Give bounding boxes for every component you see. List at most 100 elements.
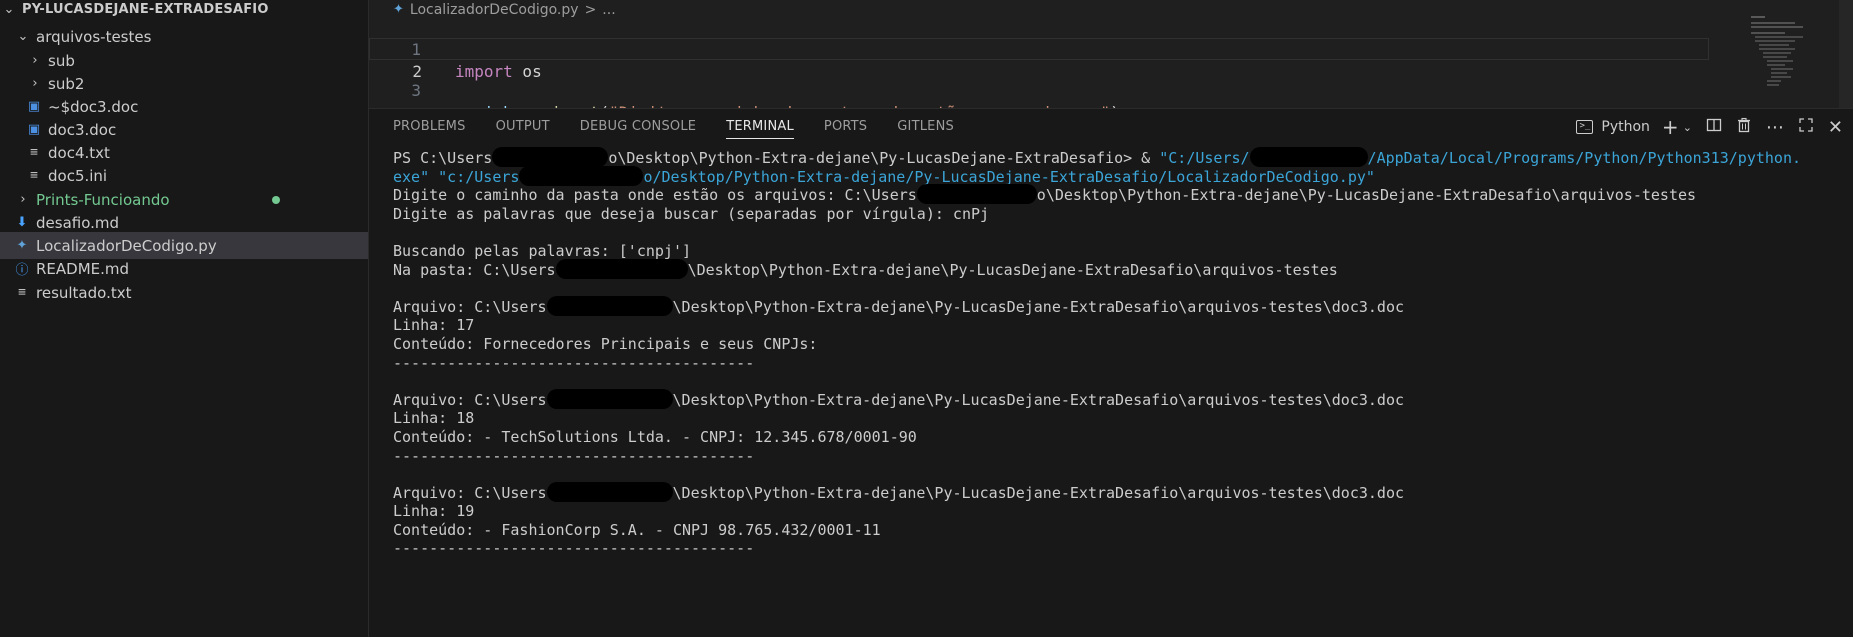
terminal-text: Digite o caminho da pasta onde estão os … xyxy=(393,186,917,205)
explorer-root[interactable]: ⌄ PY-LUCASDEJANE-EXTRADESAFIO xyxy=(0,0,368,23)
chevron-right-icon: › xyxy=(32,76,38,91)
terminal-text: o\Desktop\Python-Extra-dejane\Py-LucasDe… xyxy=(608,149,1160,167)
explorer-sidebar: ⌄ PY-LUCASDEJANE-EXTRADESAFIO ⌄ arquivos… xyxy=(0,0,369,637)
terminal-line: Arquivo: C:\Users \Desktop\Python-Extra-d… xyxy=(393,481,1843,503)
redaction-mark xyxy=(546,388,673,409)
tree-item-label: Prints-Funcioando xyxy=(36,190,170,209)
terminal-line: Conteúdo: Fornecedores Principais e seus… xyxy=(393,334,818,353)
terminal-path-link[interactable]: /AppData/Local/Programs/Python/Python313… xyxy=(1368,149,1801,167)
redaction-mark xyxy=(492,147,609,167)
modified-dot-icon xyxy=(272,196,280,204)
tree-item-label: ~$doc3.doc xyxy=(48,97,139,116)
maximize-panel-icon[interactable] xyxy=(1798,117,1814,137)
split-terminal-icon[interactable] xyxy=(1706,117,1722,137)
terminal-output[interactable]: PS C:\Users o\Desktop\Python-Extra-dejane… xyxy=(393,147,1843,558)
minimap[interactable] xyxy=(1751,14,1811,104)
terminal-line: Linha: 17 xyxy=(393,316,475,335)
terminal-profile-label: Python xyxy=(1601,119,1650,135)
terminal-text: \Desktop\Python-Extra-dejane\Py-LucasDej… xyxy=(672,390,1405,409)
markdown-file-icon: ⬇ xyxy=(16,215,28,230)
terminal-text: PS C:\Users xyxy=(393,149,493,167)
tab-ports[interactable]: PORTS xyxy=(824,109,867,145)
redaction-mark xyxy=(1249,147,1368,167)
python-file-icon: ✦ xyxy=(16,238,28,253)
terminal-path-link[interactable]: exe" "c:/Users xyxy=(393,168,519,186)
chevron-down-icon[interactable]: ⌄ xyxy=(1683,121,1692,134)
terminal-line: exe" "c:/Users o/Desktop/Python-Extra-dej… xyxy=(393,165,1843,187)
add-terminal-icon[interactable]: + xyxy=(1662,115,1679,139)
terminal-line: Buscando pelas palavras: ['cnpj'] xyxy=(393,241,692,260)
terminal-line: Linha: 19 xyxy=(393,502,475,521)
code-line-1[interactable]: 1 import os xyxy=(369,17,1709,81)
more-actions-icon[interactable]: ⋯ xyxy=(1766,117,1784,138)
tree-item-label: doc5.ini xyxy=(48,166,108,185)
editor-scrollbar[interactable] xyxy=(1839,0,1853,108)
word-file-icon: ▣ xyxy=(27,99,41,114)
tree-item-label: desafio.md xyxy=(36,213,120,232)
terminal-text: \Desktop\Python-Extra-dejane\Py-LucasDej… xyxy=(672,483,1405,502)
terminal-line: Arquivo: C:\Users \Desktop\Python-Extra-d… xyxy=(393,295,1843,317)
text-file-icon: ≡ xyxy=(30,145,38,160)
redaction-mark xyxy=(546,481,673,502)
tree-file-readme[interactable]: ⓘ README.md xyxy=(0,255,368,282)
tab-terminal[interactable]: TERMINAL xyxy=(726,109,794,145)
terminal-line: Conteúdo: - TechSolutions Ltda. - CNPJ: … xyxy=(393,427,917,446)
tree-item-label: doc4.txt xyxy=(48,143,110,162)
terminal-text: o\Desktop\Python-Extra-dejane\Py-LucasDe… xyxy=(1036,186,1697,205)
terminal-path-link[interactable]: o/Desktop/Python-Extra-dejane/Py-LucasDe… xyxy=(643,168,1375,186)
terminal-line: ---------------------------------------- xyxy=(393,353,755,372)
chevron-down-icon: ⌄ xyxy=(17,29,29,44)
code-line-2[interactable]: 2 xyxy=(369,38,1709,81)
code-editor[interactable]: ✦ LocalizadorDeCodigo.py > ... 1 import … xyxy=(369,0,1853,122)
terminal-line: Digite o caminho da pasta onde estão os … xyxy=(393,184,1843,205)
chevron-right-icon: › xyxy=(32,53,38,68)
trash-icon[interactable] xyxy=(1736,117,1752,137)
terminal-icon: >_ xyxy=(1576,120,1594,134)
code-line-3[interactable]: 3 caminho = input("Digite o caminho da p… xyxy=(369,58,1709,122)
settings-file-icon: ≡ xyxy=(30,168,38,183)
panel-actions: >_ Python + ⌄ ⋯ ✕ xyxy=(1576,109,1843,145)
tree-file-doc5[interactable]: ≡ doc5.ini xyxy=(0,162,368,189)
tab-problems[interactable]: PROBLEMS xyxy=(393,109,466,145)
code-line-4[interactable]: 4 xyxy=(369,79,1709,93)
terminal-line: Digite as palavras que deseja buscar (se… xyxy=(393,204,990,223)
chevron-down-icon: ⌄ xyxy=(3,2,15,17)
tab-debug-console[interactable]: DEBUG CONSOLE xyxy=(580,109,696,145)
tab-output[interactable]: OUTPUT xyxy=(496,109,550,145)
terminal-line: Na pasta: C:\Users \Desktop\Python-Extra-… xyxy=(393,258,1843,280)
tab-gitlens[interactable]: GITLENS xyxy=(897,109,954,145)
terminal-line: PS C:\Users o\Desktop\Python-Extra-dejane… xyxy=(393,147,1843,168)
terminal-text: Arquivo: C:\Users xyxy=(393,297,547,316)
terminal-profile-selector[interactable]: >_ Python xyxy=(1576,119,1650,135)
terminal-text: Na pasta: C:\Users xyxy=(393,260,556,279)
redaction-mark xyxy=(519,165,644,186)
tree-item-label: arquivos-testes xyxy=(36,27,152,46)
tree-file-resultado[interactable]: ≡ resultado.txt xyxy=(0,279,368,306)
redaction-mark xyxy=(546,295,673,316)
terminal-text: \Desktop\Python-Extra-dejane\Py-LucasDej… xyxy=(687,260,1338,279)
terminal-path-link[interactable]: "C:/Users/ xyxy=(1159,149,1249,167)
terminal-text: Arquivo: C:\Users xyxy=(393,390,547,409)
tree-item-label: resultado.txt xyxy=(36,283,132,302)
close-panel-icon[interactable]: ✕ xyxy=(1828,117,1843,138)
terminal-line: ---------------------------------------- xyxy=(393,539,755,558)
chevron-right-icon: › xyxy=(20,192,26,207)
bottom-panel: PROBLEMS OUTPUT DEBUG CONSOLE TERMINAL P… xyxy=(369,108,1853,637)
terminal-text: \Desktop\Python-Extra-dejane\Py-LucasDej… xyxy=(672,297,1405,316)
tree-folder-arquivos-testes[interactable]: ⌄ arquivos-testes xyxy=(0,23,368,50)
terminal-line: Arquivo: C:\Users \Desktop\Python-Extra-d… xyxy=(393,388,1843,410)
terminal-line: Conteúdo: - FashionCorp S.A. - CNPJ 98.7… xyxy=(393,520,881,539)
terminal-line: ---------------------------------------- xyxy=(393,446,755,465)
redaction-mark xyxy=(916,184,1037,205)
explorer-root-label: PY-LUCASDEJANE-EXTRADESAFIO xyxy=(22,2,269,17)
tree-item-label: sub2 xyxy=(48,74,85,93)
panel-tab-bar: PROBLEMS OUTPUT DEBUG CONSOLE TERMINAL P… xyxy=(393,109,984,145)
redaction-mark xyxy=(555,258,688,279)
terminal-text: Arquivo: C:\Users xyxy=(393,483,547,502)
tree-item-label: LocalizadorDeCodigo.py xyxy=(36,236,217,255)
info-file-icon: ⓘ xyxy=(15,263,29,278)
